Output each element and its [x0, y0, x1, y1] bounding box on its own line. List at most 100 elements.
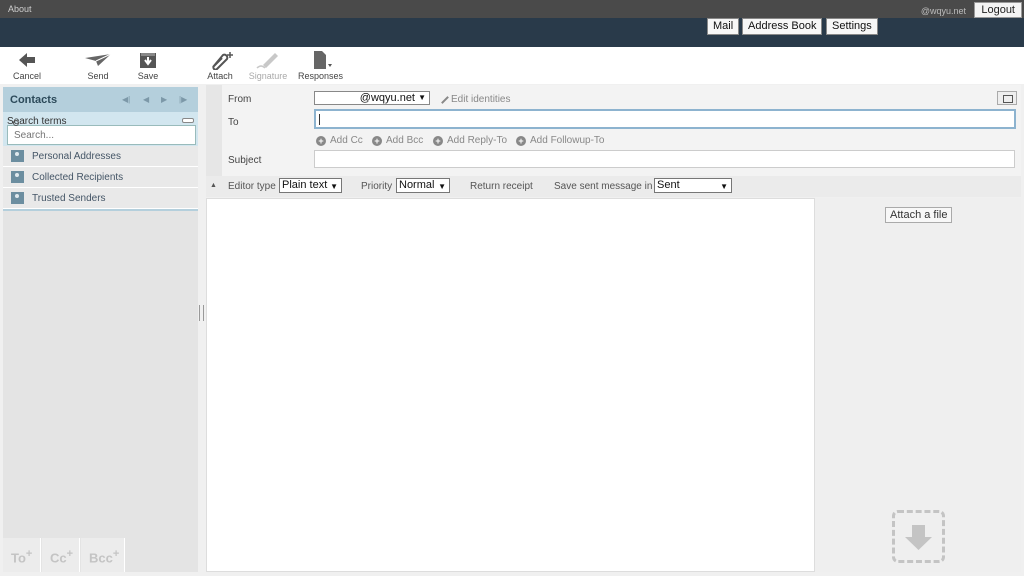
- from-select[interactable]: @wqyu.net ▼: [314, 91, 430, 105]
- search-icon: [13, 120, 19, 126]
- addressbook-trusted[interactable]: Trusted Senders: [3, 188, 198, 209]
- send-label: Send: [87, 71, 109, 81]
- top-bar: About @wqyu.net Logout: [0, 0, 1024, 18]
- attach-label: Attach: [207, 71, 233, 81]
- edit-identities-label: Edit identities: [451, 94, 511, 105]
- last-page-icon[interactable]: |▶: [179, 95, 187, 104]
- attachment-dropzone[interactable]: [892, 510, 945, 563]
- plus-circle-icon: +: [372, 136, 382, 146]
- to-input[interactable]: [314, 109, 1016, 129]
- popout-icon[interactable]: [997, 91, 1017, 105]
- add-bcc-link[interactable]: + Add Bcc: [372, 135, 423, 146]
- chevron-down-icon: ▼: [330, 182, 338, 191]
- attach-button[interactable]: Attach: [205, 50, 235, 81]
- toolbar: Cancel Send Save Attach Signature Respon…: [0, 47, 1024, 84]
- compose-options: ▲ Editor type Plain text ▼ Priority Norm…: [206, 176, 1021, 197]
- first-page-icon[interactable]: ◀|: [122, 95, 130, 104]
- from-label: From: [228, 94, 252, 105]
- download-arrow-icon: [905, 525, 932, 550]
- signature-button[interactable]: Signature: [247, 50, 289, 81]
- insert-cc-button[interactable]: Cc+: [42, 538, 80, 572]
- editor-type-value: Plain text: [282, 179, 328, 191]
- contacts-search-input[interactable]: [7, 125, 196, 145]
- add-bcc-label: Add Bcc: [386, 135, 424, 146]
- return-receipt-label[interactable]: Return receipt: [470, 181, 533, 192]
- cancel-label: Cancel: [12, 71, 41, 81]
- editor-type-label: Editor type: [228, 181, 276, 192]
- addressbook-icon: [11, 150, 24, 162]
- addressbook-icon: [11, 192, 24, 204]
- next-page-icon[interactable]: ▶: [161, 95, 167, 104]
- nav-address-book-button[interactable]: Address Book: [742, 18, 823, 35]
- save-icon: [140, 53, 156, 68]
- chevron-down-icon: ▼: [438, 182, 446, 191]
- nav-mail-button[interactable]: Mail: [707, 18, 740, 35]
- send-button[interactable]: Send: [82, 50, 114, 81]
- collapse-triangle-icon[interactable]: ▲: [210, 182, 217, 189]
- contacts-title: Contacts: [10, 94, 58, 106]
- paper-plane-icon: [85, 53, 112, 66]
- document-icon: [314, 51, 332, 69]
- attach-file-button[interactable]: Attach a file: [885, 207, 953, 223]
- panel-resizer[interactable]: [199, 305, 204, 321]
- subject-label: Subject: [228, 155, 262, 166]
- addressbook-label: Collected Recipients: [32, 172, 124, 183]
- responses-button[interactable]: Responses: [298, 50, 344, 81]
- plus-circle-icon: +: [433, 136, 443, 146]
- user-email: @wqyu.net: [920, 6, 966, 16]
- addressbook-list: Personal Addresses Collected Recipients …: [3, 146, 198, 211]
- cancel-button[interactable]: Cancel: [12, 50, 42, 81]
- logout-button[interactable]: Logout: [974, 2, 1022, 18]
- insert-bcc-label: Bcc: [89, 550, 113, 566]
- addressbook-label: Trusted Senders: [32, 193, 106, 204]
- contacts-footer: To+ Cc+ Bcc+: [3, 538, 198, 572]
- arrow-left-icon: [19, 53, 35, 67]
- priority-select[interactable]: Normal ▼: [396, 178, 450, 193]
- contacts-panel: Contacts ◀| ◀ ▶ |▶ Search terms Personal…: [3, 87, 198, 572]
- add-reply-to-link[interactable]: + Add Reply-To: [433, 135, 507, 146]
- paperclip-icon: [212, 52, 233, 70]
- plus-icon: +: [66, 548, 74, 560]
- message-body-editor[interactable]: [206, 198, 815, 572]
- insert-to-button[interactable]: To+: [3, 538, 41, 572]
- add-followup-to-link[interactable]: + Add Followup-To: [516, 135, 604, 146]
- to-label: To: [228, 117, 239, 128]
- plus-icon: +: [25, 548, 33, 560]
- edit-identities-link[interactable]: Edit identities: [436, 91, 511, 105]
- nav-settings-button[interactable]: Settings: [826, 18, 878, 35]
- chevron-down-icon: ▼: [720, 182, 728, 191]
- insert-bcc-button[interactable]: Bcc+: [81, 538, 125, 572]
- save-sent-value: Sent: [657, 179, 680, 191]
- save-sent-label: Save sent message in: [554, 181, 653, 192]
- header: Mail Address Book Settings: [0, 18, 1024, 47]
- save-sent-select[interactable]: Sent ▼: [654, 178, 732, 193]
- addressbook-icon: [11, 171, 24, 183]
- plus-icon: +: [112, 548, 120, 560]
- add-followup-to-label: Add Followup-To: [530, 135, 605, 146]
- prev-page-icon[interactable]: ◀: [143, 95, 149, 104]
- addressbook-personal[interactable]: Personal Addresses: [3, 146, 198, 167]
- attachments-pane: Attach a file: [815, 198, 1021, 572]
- editor-type-select[interactable]: Plain text ▼: [279, 178, 342, 193]
- search-options-toggle[interactable]: [182, 118, 194, 123]
- insert-cc-label: Cc: [50, 550, 67, 566]
- add-reply-to-label: Add Reply-To: [447, 135, 508, 146]
- addressbook-collected[interactable]: Collected Recipients: [3, 167, 198, 188]
- contacts-search: Search terms: [3, 112, 198, 146]
- save-button[interactable]: Save: [135, 50, 161, 81]
- priority-value: Normal: [399, 179, 435, 191]
- save-label: Save: [137, 71, 159, 81]
- insert-to-label: To: [11, 550, 26, 566]
- plus-circle-icon: +: [516, 136, 526, 146]
- pen-icon: [256, 53, 278, 69]
- subject-input[interactable]: [314, 150, 1015, 168]
- priority-label: Priority: [361, 181, 393, 192]
- add-cc-link[interactable]: + Add Cc: [316, 135, 363, 146]
- signature-label: Signature: [248, 71, 288, 81]
- add-cc-label: Add Cc: [330, 135, 363, 146]
- plus-circle-icon: +: [316, 136, 326, 146]
- about-link[interactable]: About: [8, 4, 32, 14]
- from-value: @wqyu.net: [359, 92, 415, 104]
- text-caret: [319, 114, 320, 125]
- responses-label: Responses: [298, 71, 344, 81]
